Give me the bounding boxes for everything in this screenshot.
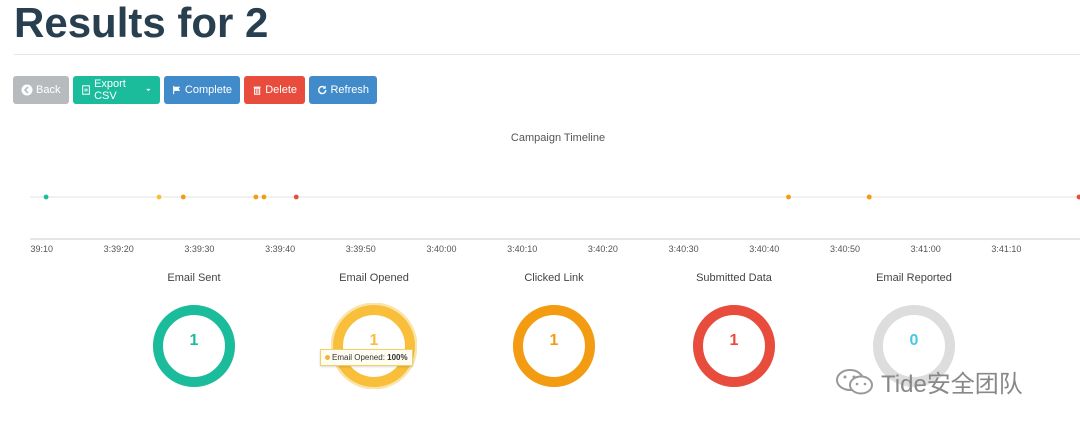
export-label: Export CSV <box>94 78 126 102</box>
campaign-timeline: 3:39:10 3:39:20 3:39:30 3:39:40 3:39:50 3:40:… <box>30 194 1080 254</box>
timeline-event-dot <box>180 194 186 200</box>
stat-label: Clicked Link <box>524 272 584 284</box>
timeline-event-dot <box>786 194 791 200</box>
timeline-event-dot <box>253 194 259 200</box>
tooltip-value: 100% <box>387 353 408 362</box>
complete-label: Complete <box>184 84 232 96</box>
timeline-event-dot <box>261 194 267 200</box>
timeline-tick-label: 3:39:30 <box>184 244 214 254</box>
refresh-label: Refresh <box>330 84 369 96</box>
toolbar: Back Export CSV Complete Delete Refresh <box>13 76 377 104</box>
timeline-event-dot <box>156 194 162 200</box>
timeline-tick-label: 3:40:20 <box>588 244 618 254</box>
back-button[interactable]: Back <box>13 76 69 104</box>
timeline-tick-label: 3:39:40 <box>265 244 295 254</box>
stat-label: Submitted Data <box>696 272 772 284</box>
timeline-tick-label: 3:40:00 <box>426 244 456 254</box>
stat-value: 1 <box>549 332 559 349</box>
timeline-event-dot <box>43 194 49 200</box>
watermark-text: Tide安全团队 <box>881 371 1023 398</box>
delete-label: Delete <box>265 84 297 96</box>
stat-value: 1 <box>369 332 379 349</box>
timeline-tick-label: 3:41:00 <box>911 244 941 254</box>
timeline-tick-label: 3:40:40 <box>749 244 779 254</box>
timeline-event-dot <box>866 194 872 200</box>
timeline-tick-label: 3:39:50 <box>346 244 376 254</box>
flag-icon <box>173 85 181 95</box>
timeline-tick-label: 3:39:20 <box>104 244 134 254</box>
tooltip-label: Email Opened: <box>332 353 385 362</box>
back-arrow-icon <box>21 84 33 96</box>
stat-value: 1 <box>189 332 199 349</box>
page-title: Results for 2 <box>14 0 269 46</box>
timeline-tick-label: 3:40:50 <box>830 244 860 254</box>
chart-tooltip: Email Opened: 100% <box>320 349 413 366</box>
delete-button[interactable]: Delete <box>244 76 305 104</box>
tooltip-swatch <box>325 355 330 361</box>
timeline-title: Campaign Timeline <box>510 132 606 144</box>
stat-value: 0 <box>909 332 919 349</box>
timeline-event-dot <box>1076 194 1080 200</box>
timeline-event-dot <box>293 194 299 200</box>
timeline-tick-label: 3:39:10 <box>30 244 53 254</box>
divider <box>14 54 1080 55</box>
stat-label: Email Reported <box>876 272 952 284</box>
refresh-icon <box>318 85 327 95</box>
timeline-tick-label: 3:40:10 <box>507 244 537 254</box>
watermark: Tide安全团队 <box>835 364 1023 399</box>
refresh-button[interactable]: Refresh <box>309 76 377 104</box>
stat-label: Email Sent <box>167 272 221 284</box>
timeline-tick-label: 3:41:10 <box>991 244 1021 254</box>
stat-label: Email Opened <box>339 272 409 284</box>
stat-value: 1 <box>729 332 739 349</box>
back-label: Back <box>36 84 61 96</box>
export-csv-button[interactable]: Export CSV <box>73 76 160 104</box>
trash-icon <box>253 86 261 95</box>
file-icon <box>82 85 90 95</box>
timeline-tick-label: 3:40:30 <box>669 244 699 254</box>
complete-button[interactable]: Complete <box>164 76 240 104</box>
caret-down-icon <box>146 88 151 92</box>
wechat-icon <box>836 368 873 394</box>
